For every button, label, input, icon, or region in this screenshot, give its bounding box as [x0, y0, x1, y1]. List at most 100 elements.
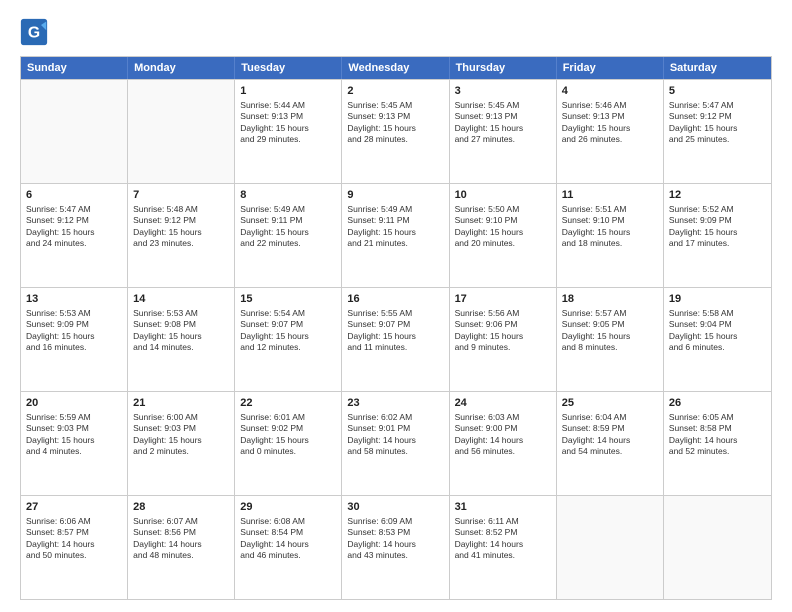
- day-info: Sunrise: 5:45 AM Sunset: 9:13 PM Dayligh…: [455, 100, 551, 146]
- day-cell-1: 1Sunrise: 5:44 AM Sunset: 9:13 PM Daylig…: [235, 80, 342, 183]
- header: G: [20, 18, 772, 46]
- day-number: 6: [26, 188, 122, 203]
- day-number: 11: [562, 188, 658, 203]
- day-number: 17: [455, 292, 551, 307]
- header-cell-monday: Monday: [128, 57, 235, 79]
- empty-cell: [21, 80, 128, 183]
- page: G SundayMondayTuesdayWednesdayThursdayFr…: [0, 0, 792, 612]
- day-cell-8: 8Sunrise: 5:49 AM Sunset: 9:11 PM Daylig…: [235, 184, 342, 287]
- day-cell-25: 25Sunrise: 6:04 AM Sunset: 8:59 PM Dayli…: [557, 392, 664, 495]
- day-cell-21: 21Sunrise: 6:00 AM Sunset: 9:03 PM Dayli…: [128, 392, 235, 495]
- day-number: 14: [133, 292, 229, 307]
- day-info: Sunrise: 6:02 AM Sunset: 9:01 PM Dayligh…: [347, 412, 443, 458]
- day-info: Sunrise: 5:53 AM Sunset: 9:08 PM Dayligh…: [133, 308, 229, 354]
- day-number: 19: [669, 292, 766, 307]
- day-number: 26: [669, 396, 766, 411]
- day-number: 1: [240, 84, 336, 99]
- day-info: Sunrise: 5:55 AM Sunset: 9:07 PM Dayligh…: [347, 308, 443, 354]
- day-number: 18: [562, 292, 658, 307]
- day-info: Sunrise: 6:09 AM Sunset: 8:53 PM Dayligh…: [347, 516, 443, 562]
- day-cell-3: 3Sunrise: 5:45 AM Sunset: 9:13 PM Daylig…: [450, 80, 557, 183]
- day-number: 2: [347, 84, 443, 99]
- day-number: 31: [455, 500, 551, 515]
- day-cell-22: 22Sunrise: 6:01 AM Sunset: 9:02 PM Dayli…: [235, 392, 342, 495]
- header-cell-friday: Friday: [557, 57, 664, 79]
- day-number: 8: [240, 188, 336, 203]
- day-number: 9: [347, 188, 443, 203]
- day-cell-24: 24Sunrise: 6:03 AM Sunset: 9:00 PM Dayli…: [450, 392, 557, 495]
- day-number: 7: [133, 188, 229, 203]
- calendar: SundayMondayTuesdayWednesdayThursdayFrid…: [20, 56, 772, 600]
- day-info: Sunrise: 5:53 AM Sunset: 9:09 PM Dayligh…: [26, 308, 122, 354]
- day-cell-31: 31Sunrise: 6:11 AM Sunset: 8:52 PM Dayli…: [450, 496, 557, 599]
- day-number: 5: [669, 84, 766, 99]
- day-number: 28: [133, 500, 229, 515]
- day-number: 23: [347, 396, 443, 411]
- day-info: Sunrise: 6:01 AM Sunset: 9:02 PM Dayligh…: [240, 412, 336, 458]
- day-number: 3: [455, 84, 551, 99]
- day-cell-19: 19Sunrise: 5:58 AM Sunset: 9:04 PM Dayli…: [664, 288, 771, 391]
- empty-cell: [557, 496, 664, 599]
- day-number: 20: [26, 396, 122, 411]
- day-cell-15: 15Sunrise: 5:54 AM Sunset: 9:07 PM Dayli…: [235, 288, 342, 391]
- day-info: Sunrise: 5:47 AM Sunset: 9:12 PM Dayligh…: [26, 204, 122, 250]
- day-number: 13: [26, 292, 122, 307]
- day-info: Sunrise: 6:11 AM Sunset: 8:52 PM Dayligh…: [455, 516, 551, 562]
- day-info: Sunrise: 5:52 AM Sunset: 9:09 PM Dayligh…: [669, 204, 766, 250]
- day-info: Sunrise: 5:47 AM Sunset: 9:12 PM Dayligh…: [669, 100, 766, 146]
- day-number: 21: [133, 396, 229, 411]
- day-cell-7: 7Sunrise: 5:48 AM Sunset: 9:12 PM Daylig…: [128, 184, 235, 287]
- day-cell-4: 4Sunrise: 5:46 AM Sunset: 9:13 PM Daylig…: [557, 80, 664, 183]
- header-cell-wednesday: Wednesday: [342, 57, 449, 79]
- day-cell-11: 11Sunrise: 5:51 AM Sunset: 9:10 PM Dayli…: [557, 184, 664, 287]
- day-info: Sunrise: 5:56 AM Sunset: 9:06 PM Dayligh…: [455, 308, 551, 354]
- day-number: 25: [562, 396, 658, 411]
- header-cell-tuesday: Tuesday: [235, 57, 342, 79]
- day-info: Sunrise: 6:03 AM Sunset: 9:00 PM Dayligh…: [455, 412, 551, 458]
- header-cell-thursday: Thursday: [450, 57, 557, 79]
- calendar-body: 1Sunrise: 5:44 AM Sunset: 9:13 PM Daylig…: [21, 79, 771, 599]
- day-info: Sunrise: 5:49 AM Sunset: 9:11 PM Dayligh…: [240, 204, 336, 250]
- day-cell-16: 16Sunrise: 5:55 AM Sunset: 9:07 PM Dayli…: [342, 288, 449, 391]
- calendar-row-2: 6Sunrise: 5:47 AM Sunset: 9:12 PM Daylig…: [21, 183, 771, 287]
- day-info: Sunrise: 6:07 AM Sunset: 8:56 PM Dayligh…: [133, 516, 229, 562]
- day-info: Sunrise: 6:00 AM Sunset: 9:03 PM Dayligh…: [133, 412, 229, 458]
- calendar-header: SundayMondayTuesdayWednesdayThursdayFrid…: [21, 57, 771, 79]
- day-cell-14: 14Sunrise: 5:53 AM Sunset: 9:08 PM Dayli…: [128, 288, 235, 391]
- day-info: Sunrise: 5:46 AM Sunset: 9:13 PM Dayligh…: [562, 100, 658, 146]
- calendar-row-5: 27Sunrise: 6:06 AM Sunset: 8:57 PM Dayli…: [21, 495, 771, 599]
- day-info: Sunrise: 6:04 AM Sunset: 8:59 PM Dayligh…: [562, 412, 658, 458]
- day-cell-23: 23Sunrise: 6:02 AM Sunset: 9:01 PM Dayli…: [342, 392, 449, 495]
- day-info: Sunrise: 5:51 AM Sunset: 9:10 PM Dayligh…: [562, 204, 658, 250]
- day-cell-17: 17Sunrise: 5:56 AM Sunset: 9:06 PM Dayli…: [450, 288, 557, 391]
- day-number: 4: [562, 84, 658, 99]
- day-cell-12: 12Sunrise: 5:52 AM Sunset: 9:09 PM Dayli…: [664, 184, 771, 287]
- logo-icon: G: [20, 18, 48, 46]
- day-number: 10: [455, 188, 551, 203]
- day-number: 12: [669, 188, 766, 203]
- calendar-row-4: 20Sunrise: 5:59 AM Sunset: 9:03 PM Dayli…: [21, 391, 771, 495]
- day-number: 29: [240, 500, 336, 515]
- day-info: Sunrise: 6:05 AM Sunset: 8:58 PM Dayligh…: [669, 412, 766, 458]
- calendar-row-1: 1Sunrise: 5:44 AM Sunset: 9:13 PM Daylig…: [21, 79, 771, 183]
- day-info: Sunrise: 5:44 AM Sunset: 9:13 PM Dayligh…: [240, 100, 336, 146]
- day-cell-13: 13Sunrise: 5:53 AM Sunset: 9:09 PM Dayli…: [21, 288, 128, 391]
- day-number: 27: [26, 500, 122, 515]
- day-cell-5: 5Sunrise: 5:47 AM Sunset: 9:12 PM Daylig…: [664, 80, 771, 183]
- day-cell-6: 6Sunrise: 5:47 AM Sunset: 9:12 PM Daylig…: [21, 184, 128, 287]
- day-number: 15: [240, 292, 336, 307]
- day-cell-18: 18Sunrise: 5:57 AM Sunset: 9:05 PM Dayli…: [557, 288, 664, 391]
- day-number: 16: [347, 292, 443, 307]
- day-cell-2: 2Sunrise: 5:45 AM Sunset: 9:13 PM Daylig…: [342, 80, 449, 183]
- day-cell-29: 29Sunrise: 6:08 AM Sunset: 8:54 PM Dayli…: [235, 496, 342, 599]
- header-cell-saturday: Saturday: [664, 57, 771, 79]
- day-cell-10: 10Sunrise: 5:50 AM Sunset: 9:10 PM Dayli…: [450, 184, 557, 287]
- day-number: 22: [240, 396, 336, 411]
- day-info: Sunrise: 5:54 AM Sunset: 9:07 PM Dayligh…: [240, 308, 336, 354]
- day-number: 24: [455, 396, 551, 411]
- day-cell-30: 30Sunrise: 6:09 AM Sunset: 8:53 PM Dayli…: [342, 496, 449, 599]
- day-info: Sunrise: 6:06 AM Sunset: 8:57 PM Dayligh…: [26, 516, 122, 562]
- header-cell-sunday: Sunday: [21, 57, 128, 79]
- day-cell-20: 20Sunrise: 5:59 AM Sunset: 9:03 PM Dayli…: [21, 392, 128, 495]
- day-info: Sunrise: 5:45 AM Sunset: 9:13 PM Dayligh…: [347, 100, 443, 146]
